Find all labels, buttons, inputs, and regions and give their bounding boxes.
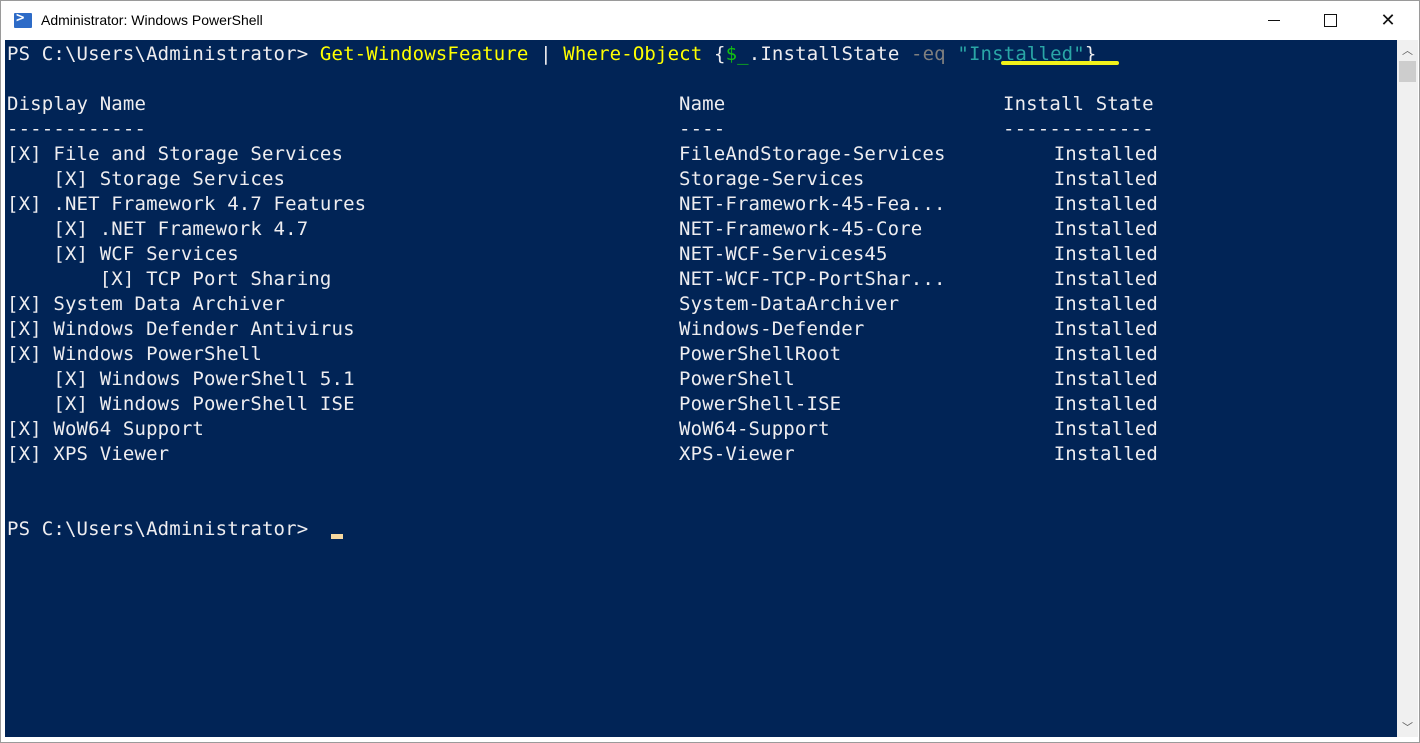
cmdlet-get-windowsfeature: Get-WindowsFeature [319, 43, 529, 65]
close-button[interactable]: ✕ [1359, 1, 1417, 40]
install-state: Installed [1053, 368, 1158, 390]
table-row: [X] Windows Defender Antivirus Windows-De… [5, 317, 1395, 342]
property-name: .InstallState [748, 43, 911, 65]
install-state: Installed [1053, 343, 1158, 365]
table-row: [X] .NET Framework 4.7 Features NET-Frame… [5, 192, 1395, 217]
table-row: [X] Windows PowerShell PowerShellRoot Inst… [5, 342, 1395, 367]
feature-display-name: [X] .NET Framework 4.7 [7, 218, 309, 240]
minimize-button[interactable] [1245, 1, 1303, 40]
maximize-icon [1323, 14, 1337, 27]
highlight-underline [1001, 61, 1119, 65]
feature-display-name: [X] Storage Services [7, 168, 286, 190]
install-state: Installed [1053, 243, 1158, 265]
powershell-window: > Administrator: Windows PowerShell ✕ PS… [0, 0, 1420, 743]
console-output[interactable]: PS C:\Users\Administrator> Get-WindowsFe… [5, 40, 1397, 737]
separator-name: ---- [679, 118, 726, 140]
eq-operator: -eq [911, 43, 946, 65]
table-header-row: Display Name Name Install State [5, 92, 1395, 117]
feature-name: Storage-Services [679, 168, 865, 190]
quote-open: " [957, 43, 969, 65]
table-row: [X] Windows PowerShell ISE PowerShell-ISE… [5, 392, 1395, 417]
feature-name: WoW64-Support [679, 418, 830, 440]
install-state: Installed [1053, 293, 1158, 315]
feature-display-name: [X] File and Storage Services [7, 143, 344, 165]
feature-name: NET-WCF-Services45 [679, 243, 888, 265]
feature-display-name: [X] Windows Defender Antivirus [7, 318, 355, 340]
separator-install-state: ------------- [1003, 118, 1154, 140]
table-row: [X] System Data Archiver System-DataArchi… [5, 292, 1395, 317]
install-state: Installed [1053, 143, 1158, 165]
scroll-down-button[interactable]: ﹀ [1397, 717, 1418, 737]
separator-display-name: ------------ [7, 118, 147, 140]
feature-display-name: [X] WCF Services [7, 243, 239, 265]
header-display-name: Display Name [7, 93, 147, 115]
pipeline-variable: $_ [725, 43, 749, 65]
header-install-state: Install State [1003, 93, 1154, 115]
table-row: [X] Storage Services Storage-Services Inst… [5, 167, 1395, 192]
feature-display-name: [X] Windows PowerShell ISE [7, 393, 355, 415]
feature-name: NET-Framework-45-Fea... [679, 193, 946, 215]
feature-name: Windows-Defender [679, 318, 865, 340]
install-state: Installed [1053, 218, 1158, 240]
install-state: Installed [1053, 393, 1158, 415]
feature-display-name: [X] .NET Framework 4.7 Features [7, 193, 367, 215]
scrollbar-thumb[interactable] [1399, 61, 1416, 82]
pipe-operator: | [528, 43, 564, 65]
install-state: Installed [1053, 193, 1158, 215]
table-row: [X] WoW64 Support WoW64-Support Installed [5, 417, 1395, 442]
install-state: Installed [1053, 418, 1158, 440]
table-row: [X] .NET Framework 4.7 NET-Framework-45-C… [5, 217, 1395, 242]
table-row: [X] Windows PowerShell 5.1 PowerShell Inst… [5, 367, 1395, 392]
scroll-up-button[interactable]: ︿ [1397, 40, 1418, 60]
text-cursor [331, 534, 343, 539]
chevron-down-icon: ﹀ [1402, 721, 1413, 734]
feature-name: System-DataArchiver [679, 293, 900, 315]
brace-open: { [702, 43, 726, 65]
table-row: [X] WCF Services NET-WCF-Services45 Instal… [5, 242, 1395, 267]
table-row: [X] XPS Viewer XPS-Viewer Installed [5, 442, 1395, 467]
feature-name: NET-Framework-45-Core [679, 218, 923, 240]
header-name: Name [679, 93, 726, 115]
feature-name: PowerShell [679, 368, 795, 390]
maximize-button[interactable] [1301, 1, 1359, 40]
feature-name: FileAndStorage-Services [679, 143, 946, 165]
powershell-icon: > [14, 10, 32, 28]
feature-name: PowerShell-ISE [679, 393, 842, 415]
cmdlet-where-object: Where-Object [563, 43, 703, 65]
command-line: PS C:\Users\Administrator> Get-WindowsFe… [7, 42, 1096, 67]
close-icon: ✕ [1380, 9, 1396, 31]
install-state: Installed [1053, 443, 1158, 465]
table-separator-row: ------------ ---- ------------- [5, 117, 1395, 142]
feature-display-name: [X] XPS Viewer [7, 443, 170, 465]
install-state: Installed [1053, 318, 1158, 340]
feature-display-name: [X] Windows PowerShell [7, 343, 262, 365]
table-row: [X] File and Storage Services FileAndStor… [5, 142, 1395, 167]
minimize-icon [1268, 20, 1280, 21]
feature-display-name: [X] System Data Archiver [7, 293, 286, 315]
prompt: PS C:\Users\Administrator> [7, 43, 320, 65]
feature-display-name: [X] WoW64 Support [7, 418, 205, 440]
feature-display-name: [X] TCP Port Sharing [7, 268, 332, 290]
feature-name: NET-WCF-TCP-PortShar... [679, 268, 946, 290]
vertical-scrollbar[interactable]: ︿ ﹀ [1397, 40, 1418, 737]
chevron-up-icon: ︿ [1402, 44, 1413, 57]
table-row: [X] TCP Port Sharing NET-WCF-TCP-PortShar… [5, 267, 1395, 292]
title-bar[interactable]: > Administrator: Windows PowerShell ✕ [1, 1, 1419, 40]
window-title: Administrator: Windows PowerShell [41, 12, 263, 28]
feature-display-name: [X] Windows PowerShell 5.1 [7, 368, 355, 390]
install-state: Installed [1053, 168, 1158, 190]
feature-name: PowerShellRoot [679, 343, 842, 365]
feature-name: XPS-Viewer [679, 443, 795, 465]
final-prompt: PS C:\Users\Administrator> [7, 518, 320, 540]
install-state: Installed [1053, 268, 1158, 290]
